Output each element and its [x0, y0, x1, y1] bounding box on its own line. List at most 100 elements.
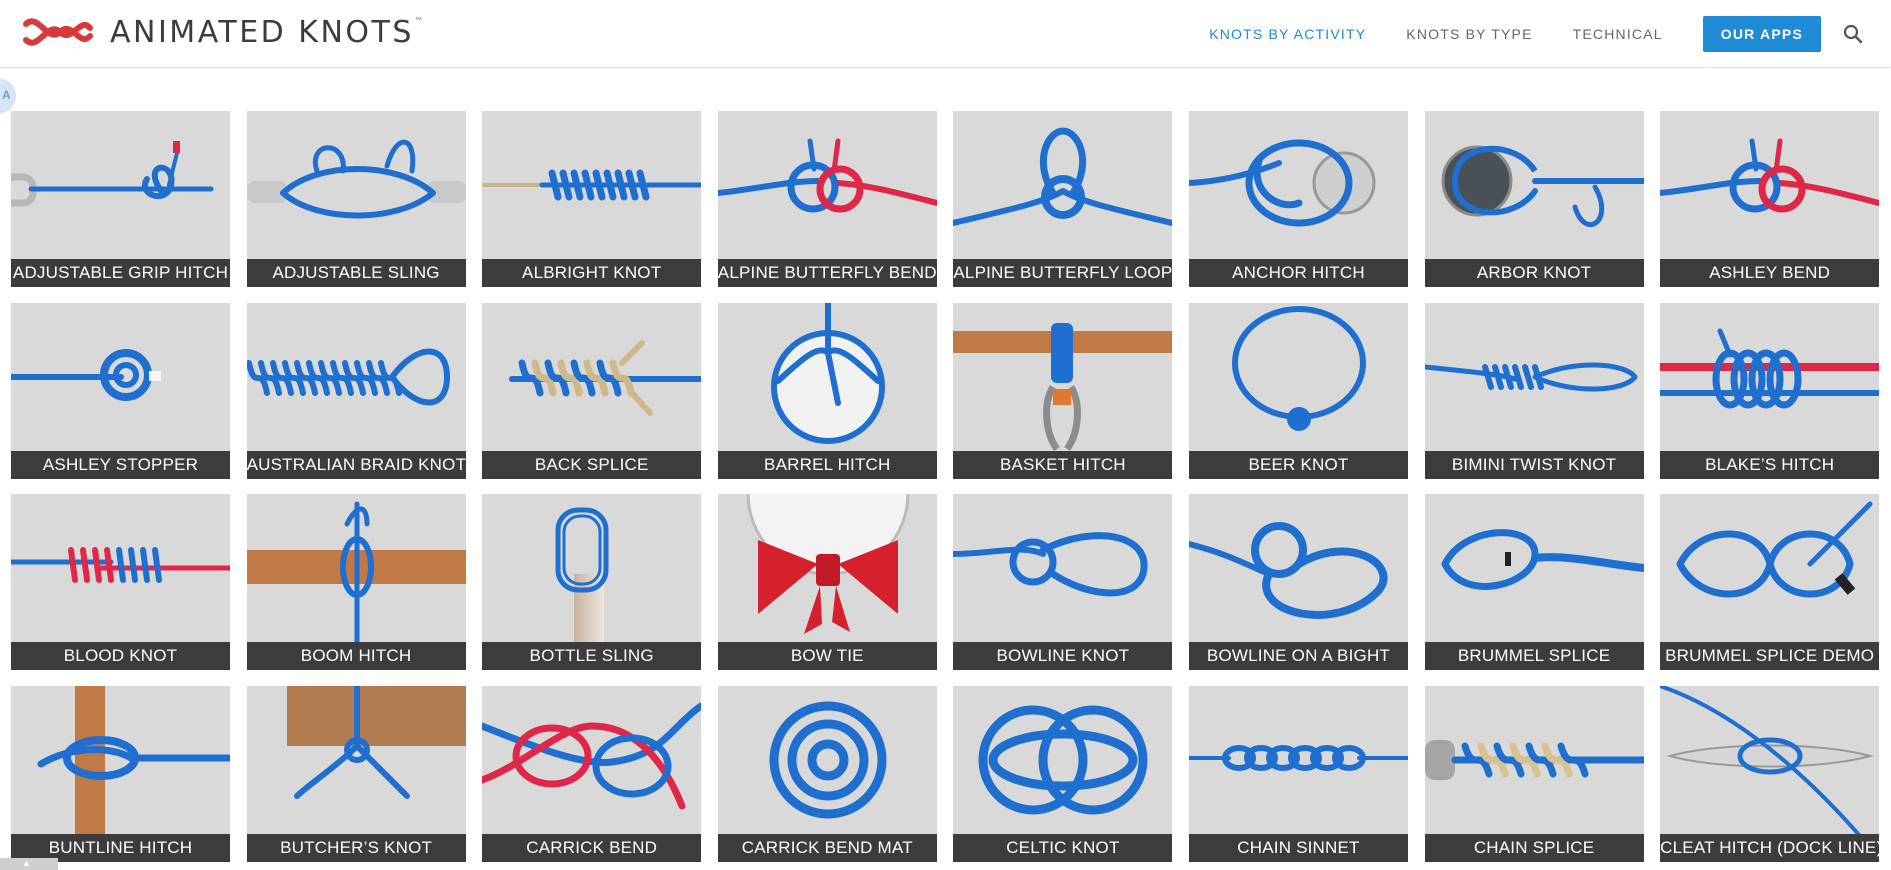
knot-blakes-hitch-icon [1660, 328, 1880, 408]
knot-label: BLAKE’S HITCH [1660, 450, 1880, 479]
knot-grid: ADJUSTABLE GRIP HITCH ADJUSTABLE SLING A… [11, 111, 1880, 862]
knot-label: CLEAT HITCH (DOCK LINE) [1660, 833, 1880, 862]
knot-label: ANCHOR HITCH [1188, 259, 1408, 287]
search-icon[interactable] [1843, 24, 1863, 44]
knot-tile[interactable]: BOOM HITCH [246, 494, 466, 670]
knot-label: BRUMMEL SPLICE [1424, 642, 1644, 670]
scroll-top-button[interactable]: ▲ [0, 858, 58, 870]
accessibility-icon: A [2, 88, 11, 102]
knot-tile[interactable]: ADJUSTABLE GRIP HITCH [11, 111, 230, 287]
knot-tile[interactable]: ANCHOR HITCH [1188, 111, 1408, 287]
knot-boom-hitch-icon [246, 501, 466, 642]
knot-label: ARBOR KNOT [1424, 259, 1644, 287]
knot-label: CHAIN SINNET [1188, 833, 1408, 862]
knot-label: BOTTLE SLING [482, 642, 702, 670]
knot-tile[interactable]: ADJUSTABLE SLING [246, 111, 466, 287]
knot-label: ALBRIGHT KNOT [482, 259, 702, 287]
knot-tile[interactable]: CHAIN SPLICE [1424, 685, 1644, 862]
knot-tile[interactable]: BIMINI TWIST KNOT [1424, 302, 1644, 479]
knot-label: AUSTRALIAN BRAID KNOT [246, 450, 466, 479]
knot-alpine-butterfly-loop-icon [953, 127, 1173, 226]
knot-tile[interactable]: ASHLEY STOPPER [11, 302, 230, 479]
knot-label: ALPINE BUTTERFLY BEND [717, 259, 937, 287]
knot-tile[interactable]: BRUMMEL SPLICE DEMO [1660, 494, 1880, 670]
knot-label: ALPINE BUTTERFLY LOOP [953, 259, 1173, 287]
knot-tile[interactable]: CARRICK BEND [482, 685, 702, 862]
knot-ashley-bend-icon [1660, 138, 1880, 213]
knot-tile[interactable]: ASHLEY BEND [1660, 111, 1880, 287]
nav-technical[interactable]: TECHNICAL [1573, 26, 1663, 42]
knot-label: BOWLINE KNOT [953, 642, 1173, 670]
site-logo[interactable]: ANIMATED KNOTS ™ [20, 14, 422, 50]
knot-tile[interactable]: BACK SPLICE [482, 302, 702, 479]
knot-tile[interactable]: ALPINE BUTTERFLY BEND [717, 111, 937, 287]
knot-label: BOOM HITCH [246, 642, 466, 670]
knot-tile[interactable]: BRUMMEL SPLICE [1424, 494, 1644, 670]
knot-tile[interactable]: CHAIN SINNET [1188, 685, 1408, 862]
knot-tile[interactable]: BUTCHER’S KNOT [246, 685, 466, 862]
nav-knots-by-activity[interactable]: KNOTS BY ACTIVITY [1209, 26, 1366, 42]
knot-tile[interactable]: BOWLINE KNOT [953, 494, 1173, 670]
knot-brummel-splice-icon [1441, 529, 1644, 590]
knot-arbor-icon [1441, 145, 1644, 228]
knot-barrel-hitch-icon [770, 302, 885, 444]
brand-name: ANIMATED KNOTS [110, 14, 414, 50]
knot-tile[interactable]: ARBOR KNOT [1424, 111, 1644, 287]
knot-tile[interactable]: BARREL HITCH [717, 302, 937, 479]
knot-bow-tie-icon [746, 494, 910, 634]
knot-label: BIMINI TWIST KNOT [1424, 450, 1644, 479]
knot-tile[interactable]: BOW TIE [717, 494, 937, 670]
knot-label: ADJUSTABLE GRIP HITCH [11, 259, 230, 287]
knot-tile[interactable]: BUNTLINE HITCH [11, 685, 230, 862]
knot-butchers-icon [286, 685, 466, 799]
knot-carrick-mat-icon [769, 701, 887, 818]
main-nav: KNOTS BY ACTIVITY KNOTS BY TYPE TECHNICA… [1209, 0, 1891, 67]
knot-celtic-icon [978, 705, 1148, 814]
our-apps-button[interactable]: OUR APPS [1702, 15, 1821, 52]
knot-bimini-twist-icon [1424, 361, 1638, 392]
knot-tile[interactable]: CLEAT HITCH (DOCK LINE) [1660, 685, 1880, 862]
knot-anchor-hitch-icon [1188, 139, 1376, 227]
knot-tile[interactable]: CARRICK BEND MAT [717, 685, 937, 862]
knot-bowline-icon [953, 532, 1148, 597]
knot-brummel-demo-icon [1676, 501, 1873, 598]
knot-label: BUTCHER’S KNOT [246, 833, 466, 862]
knot-label: CELTIC KNOT [953, 833, 1173, 862]
knot-label: BACK SPLICE [482, 450, 702, 479]
knot-bowline-bight-icon [1188, 522, 1388, 619]
knot-label: BARREL HITCH [717, 450, 937, 479]
knot-label: ADJUSTABLE SLING [246, 259, 466, 287]
knot-label: BRUMMEL SPLICE DEMO [1660, 642, 1880, 670]
knot-tile[interactable]: CELTIC KNOT [953, 685, 1173, 862]
knot-label: BOWLINE ON A BIGHT [1188, 642, 1408, 670]
knot-label: BEER KNOT [1188, 450, 1408, 479]
knot-chain-splice-icon [1424, 739, 1644, 780]
knot-label: CARRICK BEND MAT [717, 833, 937, 862]
knot-albright-icon [482, 169, 702, 201]
knot-label: BOW TIE [717, 642, 937, 670]
knot-buntline-hitch-icon [37, 685, 230, 834]
knot-tile[interactable]: BASKET HITCH [953, 302, 1173, 479]
knot-tile[interactable]: ALBRIGHT KNOT [482, 111, 702, 287]
knot-chain-sinnet-icon [1188, 744, 1408, 771]
knot-tile[interactable]: BLOOD KNOT [11, 494, 230, 670]
knot-back-splice-icon [509, 339, 702, 416]
accessibility-tab[interactable]: A [0, 78, 16, 114]
knot-label: BASKET HITCH [953, 450, 1173, 479]
knot-tile[interactable]: BOTTLE SLING [482, 494, 702, 670]
knot-adjustable-grip-hitch-icon [11, 141, 214, 207]
knot-tile[interactable]: ALPINE BUTTERFLY LOOP [953, 111, 1173, 287]
knot-tile[interactable]: AUSTRALIAN BRAID KNOT [246, 302, 466, 479]
knot-ashley-stopper-icon [11, 348, 161, 401]
knot-label: ASHLEY STOPPER [11, 450, 230, 479]
knot-label: CHAIN SPLICE [1424, 833, 1644, 862]
knot-beer-icon [1231, 305, 1366, 431]
knot-tile[interactable]: BEER KNOT [1188, 302, 1408, 479]
chevron-up-icon: ▲ [22, 858, 31, 868]
knot-tile[interactable]: BOWLINE ON A BIGHT [1188, 494, 1408, 670]
site-header: ANIMATED KNOTS ™ KNOTS BY ACTIVITY KNOTS … [0, 0, 1891, 68]
brand-trademark: ™ [414, 16, 422, 24]
nav-knots-by-type[interactable]: KNOTS BY TYPE [1406, 26, 1532, 42]
knot-tile[interactable]: BLAKE’S HITCH [1660, 302, 1880, 479]
knot-blood-icon [11, 547, 230, 583]
